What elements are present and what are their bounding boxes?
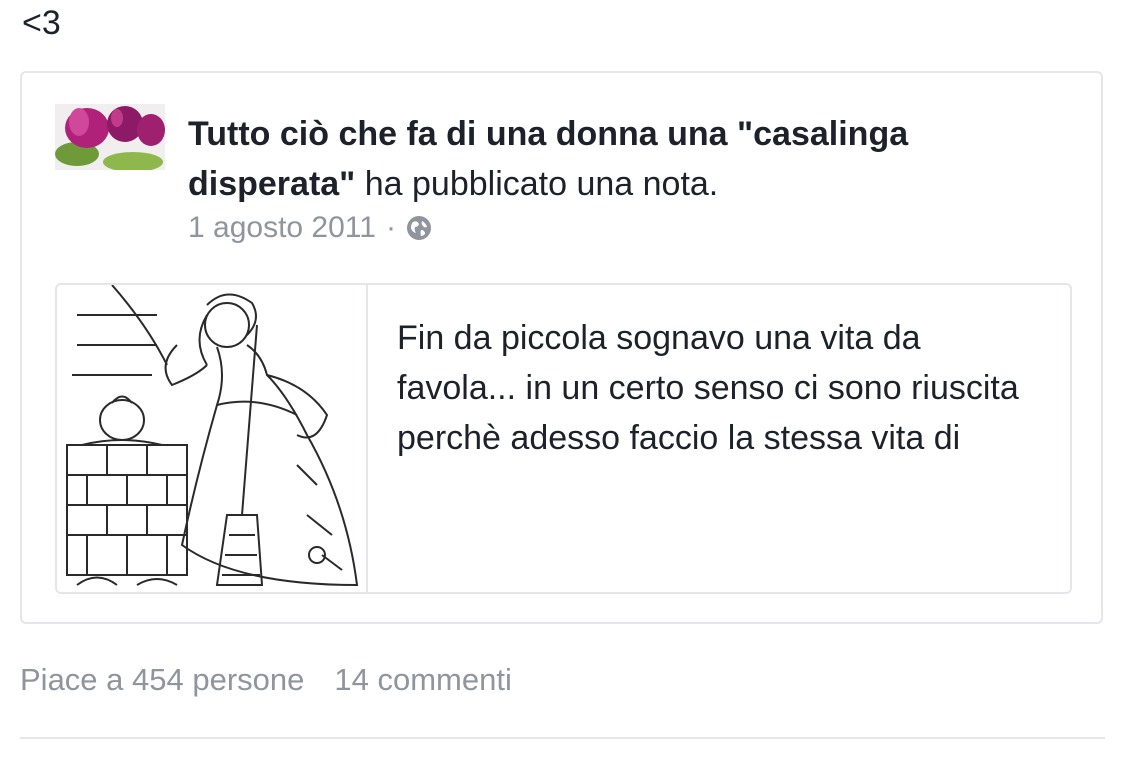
note-excerpt: Fin da piccola sognavo una vita da favol… [397, 319, 1019, 457]
globe-icon [406, 215, 432, 241]
reaction-summary: Piace a 454 persone 14 commenti [20, 662, 512, 698]
story-header: Tutto ciò che fa di una donna una "casal… [188, 109, 1068, 209]
likes-count[interactable]: Piace a 454 persone [20, 662, 304, 698]
note-preview[interactable]: Fin da piccola sognavo una vita da favol… [55, 283, 1072, 594]
divider [20, 737, 1105, 739]
story-action-text: ha pubblicato una nota. [355, 165, 719, 203]
page-avatar[interactable] [55, 104, 165, 170]
note-thumbnail [57, 285, 368, 592]
meta-separator: · [385, 211, 396, 244]
comments-count[interactable]: 14 commenti [334, 662, 511, 698]
post-text: <3 [22, 4, 61, 42]
post-date[interactable]: 1 agosto 2011 [188, 211, 376, 245]
story-meta: 1 agosto 2011 · [188, 211, 432, 245]
shared-note-card[interactable]: Tutto ciò che fa di una donna una "casal… [20, 71, 1103, 624]
